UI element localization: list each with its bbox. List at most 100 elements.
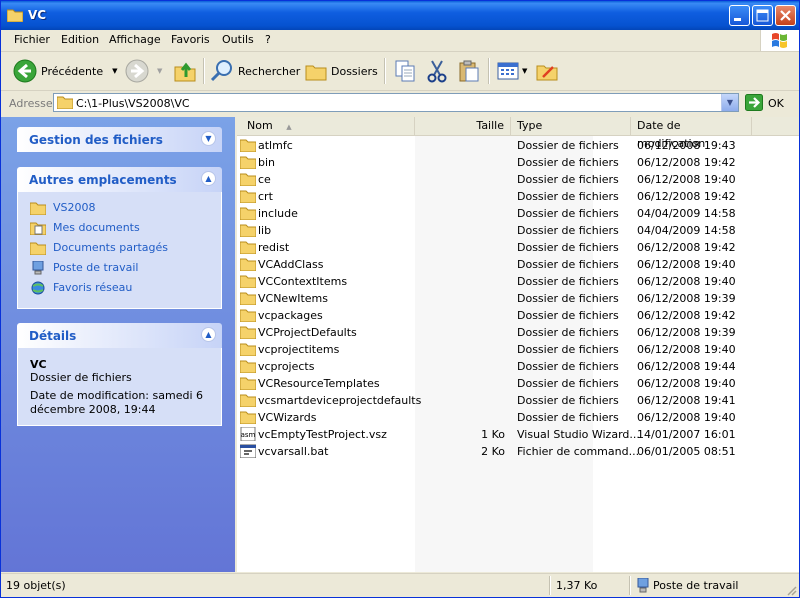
minimize-button[interactable]	[729, 5, 750, 26]
copy-to-button[interactable]	[393, 58, 417, 84]
file-type: Dossier de fichiers	[517, 309, 619, 322]
file-type: Dossier de fichiers	[517, 207, 619, 220]
folder-icon	[240, 377, 256, 390]
file-type: Dossier de fichiers	[517, 411, 619, 424]
computer-icon	[637, 578, 649, 593]
file-name: VCWizards	[258, 411, 317, 424]
file-row[interactable]: VCContextItems Dossier de fichiers 06/12/2…	[237, 273, 799, 290]
folder-icon	[240, 207, 256, 220]
details-panel: Détails ▲ VC Dossier de fichiers Date de…	[17, 323, 222, 426]
file-name: atlmfc	[258, 139, 293, 152]
file-row[interactable]: vcpackages Dossier de fichiers 06/12/2008 …	[237, 307, 799, 324]
file-date: 14/01/2007 16:01	[637, 428, 736, 441]
file-row[interactable]: vcprojectitems Dossier de fichiers 06/12/2…	[237, 341, 799, 358]
toolbar-separator	[203, 58, 205, 84]
file-row[interactable]: include Dossier de fichiers 04/04/2009 14:…	[237, 205, 799, 222]
folder-icon	[240, 360, 256, 373]
maximize-button[interactable]	[752, 5, 773, 26]
file-row[interactable]: VCProjectDefaults Dossier de fichiers 06/1…	[237, 324, 799, 341]
forward-button[interactable]: ▼	[125, 58, 162, 84]
file-row[interactable]: atlmfc Dossier de fichiers 06/12/2008 19:4…	[237, 137, 799, 154]
file-tasks-header[interactable]: Gestion des fichiers ▼	[17, 127, 222, 152]
file-type: Dossier de fichiers	[517, 241, 619, 254]
file-row[interactable]: vcsmartdeviceprojectdefaults Dossier de f…	[237, 392, 799, 409]
menu-outils[interactable]: Outils	[222, 33, 254, 46]
expand-chevron-icon[interactable]: ▼	[201, 131, 216, 146]
folders-label: Dossiers	[331, 64, 378, 78]
column-header-size[interactable]: Taille	[415, 117, 511, 135]
batch-file-icon	[240, 444, 256, 458]
file-date: 06/12/2008 19:41	[637, 394, 736, 407]
search-button[interactable]: Rechercher	[210, 58, 300, 84]
address-input[interactable]: C:\1-Plus\VS2008\VC ▼	[53, 93, 739, 112]
sync-button[interactable]	[535, 58, 559, 84]
file-date: 06/12/2008 19:40	[637, 173, 736, 186]
other-places-header[interactable]: Autres emplacements ▲	[17, 167, 222, 192]
file-row[interactable]: asm vcEmptyTestProject.vsz 1 Ko Visual Stud…	[237, 426, 799, 443]
place-link-vs2008[interactable]: VS2008	[18, 198, 221, 218]
file-row[interactable]: vcvarsall.bat 2 Ko Fichier de command... 06…	[237, 443, 799, 460]
file-type: Dossier de fichiers	[517, 258, 619, 271]
file-date: 06/12/2008 19:42	[637, 190, 736, 203]
menu-fichier[interactable]: Fichier	[14, 33, 50, 46]
file-date: 06/12/2008 19:42	[637, 156, 736, 169]
file-row[interactable]: ce Dossier de fichiers 06/12/2008 19:40	[237, 171, 799, 188]
file-row[interactable]: redist Dossier de fichiers 06/12/2008 19:4…	[237, 239, 799, 256]
collapse-chevron-icon[interactable]: ▲	[201, 171, 216, 186]
up-button[interactable]	[173, 58, 197, 84]
menu-edition[interactable]: Edition	[61, 33, 99, 46]
file-row[interactable]: crt Dossier de fichiers 06/12/2008 19:42	[237, 188, 799, 205]
menu-help[interactable]: ?	[265, 33, 271, 46]
column-header-date[interactable]: Date de modification	[631, 117, 752, 150]
address-dropdown-button[interactable]: ▼	[721, 94, 738, 111]
file-list-view[interactable]: Nom ▲ Taille Type Date de modification a…	[237, 117, 799, 572]
views-dropdown-icon[interactable]: ▼	[522, 67, 527, 75]
menu-affichage[interactable]: Affichage	[109, 33, 161, 46]
go-arrow-icon[interactable]	[745, 94, 763, 111]
file-name: vcprojectitems	[258, 343, 340, 356]
go-button[interactable]: OK	[768, 97, 784, 110]
file-date: 06/12/2008 19:39	[637, 326, 736, 339]
cut-button[interactable]	[425, 58, 449, 84]
back-button[interactable]: Précédente ▼	[13, 58, 118, 84]
details-header[interactable]: Détails ▲	[17, 323, 222, 348]
file-type: Dossier de fichiers	[517, 377, 619, 390]
title-bar[interactable]: VC	[1, 1, 799, 30]
file-row[interactable]: VCAddClass Dossier de fichiers 06/12/2008 …	[237, 256, 799, 273]
place-link-network[interactable]: Favoris réseau	[18, 278, 221, 298]
back-arrow-icon	[13, 59, 37, 83]
other-places-panel: Autres emplacements ▲ VS2008 Mes documen…	[17, 167, 222, 309]
menu-favoris[interactable]: Favoris	[171, 33, 210, 46]
file-row[interactable]: vcprojects Dossier de fichiers 06/12/2008 …	[237, 358, 799, 375]
folder-icon	[30, 202, 46, 215]
column-header-type[interactable]: Type	[511, 117, 631, 135]
file-row[interactable]: bin Dossier de fichiers 06/12/2008 19:42	[237, 154, 799, 171]
folders-button[interactable]: Dossiers	[305, 58, 378, 84]
resize-grip-icon[interactable]	[785, 584, 797, 596]
column-header-name[interactable]: Nom ▲	[237, 117, 415, 135]
file-name: VCContextItems	[258, 275, 348, 288]
file-date: 06/01/2005 08:51	[637, 445, 736, 458]
copy-icon	[395, 60, 415, 82]
file-row[interactable]: VCResourceTemplates Dossier de fichiers 06…	[237, 375, 799, 392]
window-title: VC	[28, 8, 47, 22]
place-link-my-documents[interactable]: Mes documents	[18, 218, 221, 238]
forward-dropdown-icon[interactable]: ▼	[157, 67, 162, 75]
views-button[interactable]: ▼	[496, 58, 527, 84]
close-button[interactable]	[775, 5, 796, 26]
explorer-window: VC Fichier Edition Affichage Favoris Out…	[0, 0, 800, 598]
paste-button[interactable]	[457, 58, 481, 84]
column-label: Taille	[476, 119, 504, 132]
back-dropdown-icon[interactable]: ▼	[112, 67, 117, 75]
file-type: Dossier de fichiers	[517, 156, 619, 169]
file-row[interactable]: VCWizards Dossier de fichiers 06/12/2008 1…	[237, 409, 799, 426]
place-link-shared-documents[interactable]: Documents partagés	[18, 238, 221, 258]
collapse-chevron-icon[interactable]: ▲	[201, 327, 216, 342]
file-type: Dossier de fichiers	[517, 224, 619, 237]
file-row[interactable]: lib Dossier de fichiers 04/04/2009 14:58	[237, 222, 799, 239]
file-row[interactable]: VCNewItems Dossier de fichiers 06/12/2008 …	[237, 290, 799, 307]
place-link-my-computer[interactable]: Poste de travail	[18, 258, 221, 278]
windows-flag-icon	[772, 33, 787, 48]
toolbar-separator	[488, 58, 490, 84]
file-type: Dossier de fichiers	[517, 394, 619, 407]
